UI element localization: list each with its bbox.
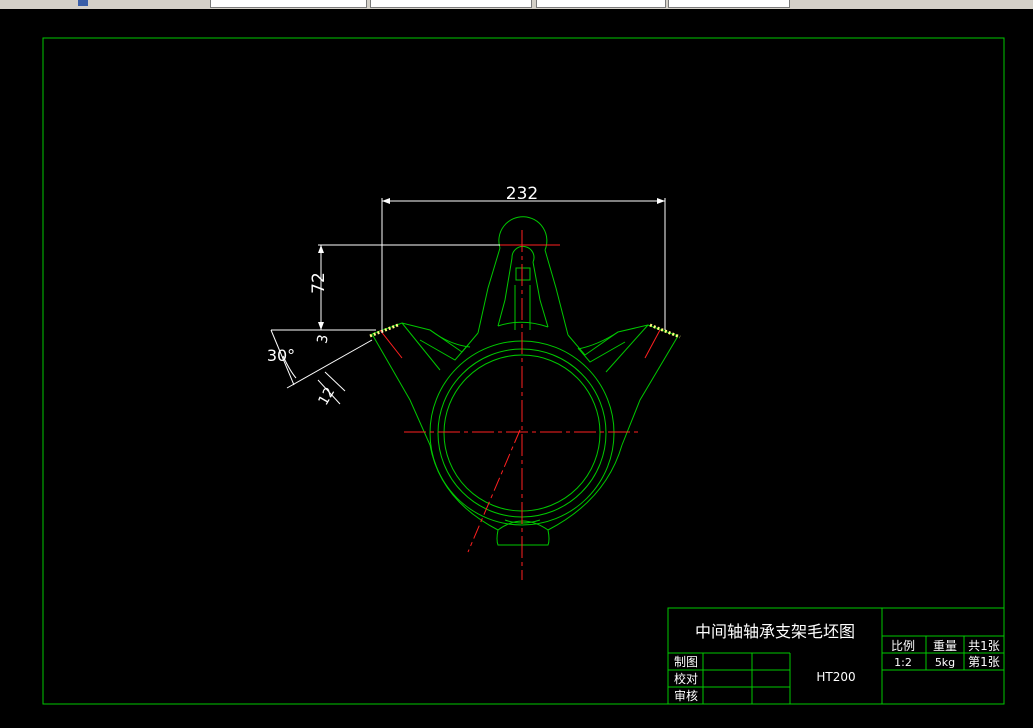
dim-small-a-label: 3 [315, 333, 332, 345]
sheets-total: 共1张 [968, 639, 1000, 653]
dim-width-label: 232 [506, 184, 538, 204]
lineweight-dropdown[interactable] [668, 0, 790, 8]
title-block-text: 中间轴轴承支架毛坯图 比例 重量 共1张 1:2 5kg 第1张 HT200 制… [674, 622, 1000, 703]
layer-icon[interactable] [78, 0, 88, 6]
part-outline [371, 216, 679, 546]
linetype-dropdown[interactable] [536, 0, 666, 8]
dimension-lines [270, 198, 666, 405]
drawn-by-label: 制图 [674, 655, 698, 669]
approved-label: 审核 [674, 688, 698, 703]
weight-value: 5kg [935, 656, 955, 669]
dimension-labels: 232 72 30° 3 12 [267, 184, 538, 408]
scale-label: 比例 [891, 639, 915, 653]
drawing-frame [42, 37, 1005, 705]
layer-dropdown[interactable] [210, 0, 367, 8]
drawing-title: 中间轴轴承支架毛坯图 [695, 622, 855, 641]
checked-label: 校对 [674, 671, 698, 686]
dim-small-b-label: 12 [315, 385, 338, 408]
material-label: HT200 [816, 670, 855, 684]
color-dropdown[interactable] [370, 0, 532, 8]
drawing-canvas[interactable]: 232 72 30° 3 12 中间轴轴承支架毛坯图 比例 重量 共1张 1:2… [0, 9, 1033, 728]
dim-angle-label: 30° [267, 346, 295, 365]
weight-label: 重量 [933, 639, 957, 653]
cad-toolbar [0, 0, 1033, 9]
dimension-arrows [318, 198, 665, 330]
scale-value: 1:2 [894, 656, 912, 669]
dim-height-label: 72 [309, 272, 329, 294]
sheet-number: 第1张 [968, 655, 1000, 669]
center-lines [379, 230, 661, 580]
